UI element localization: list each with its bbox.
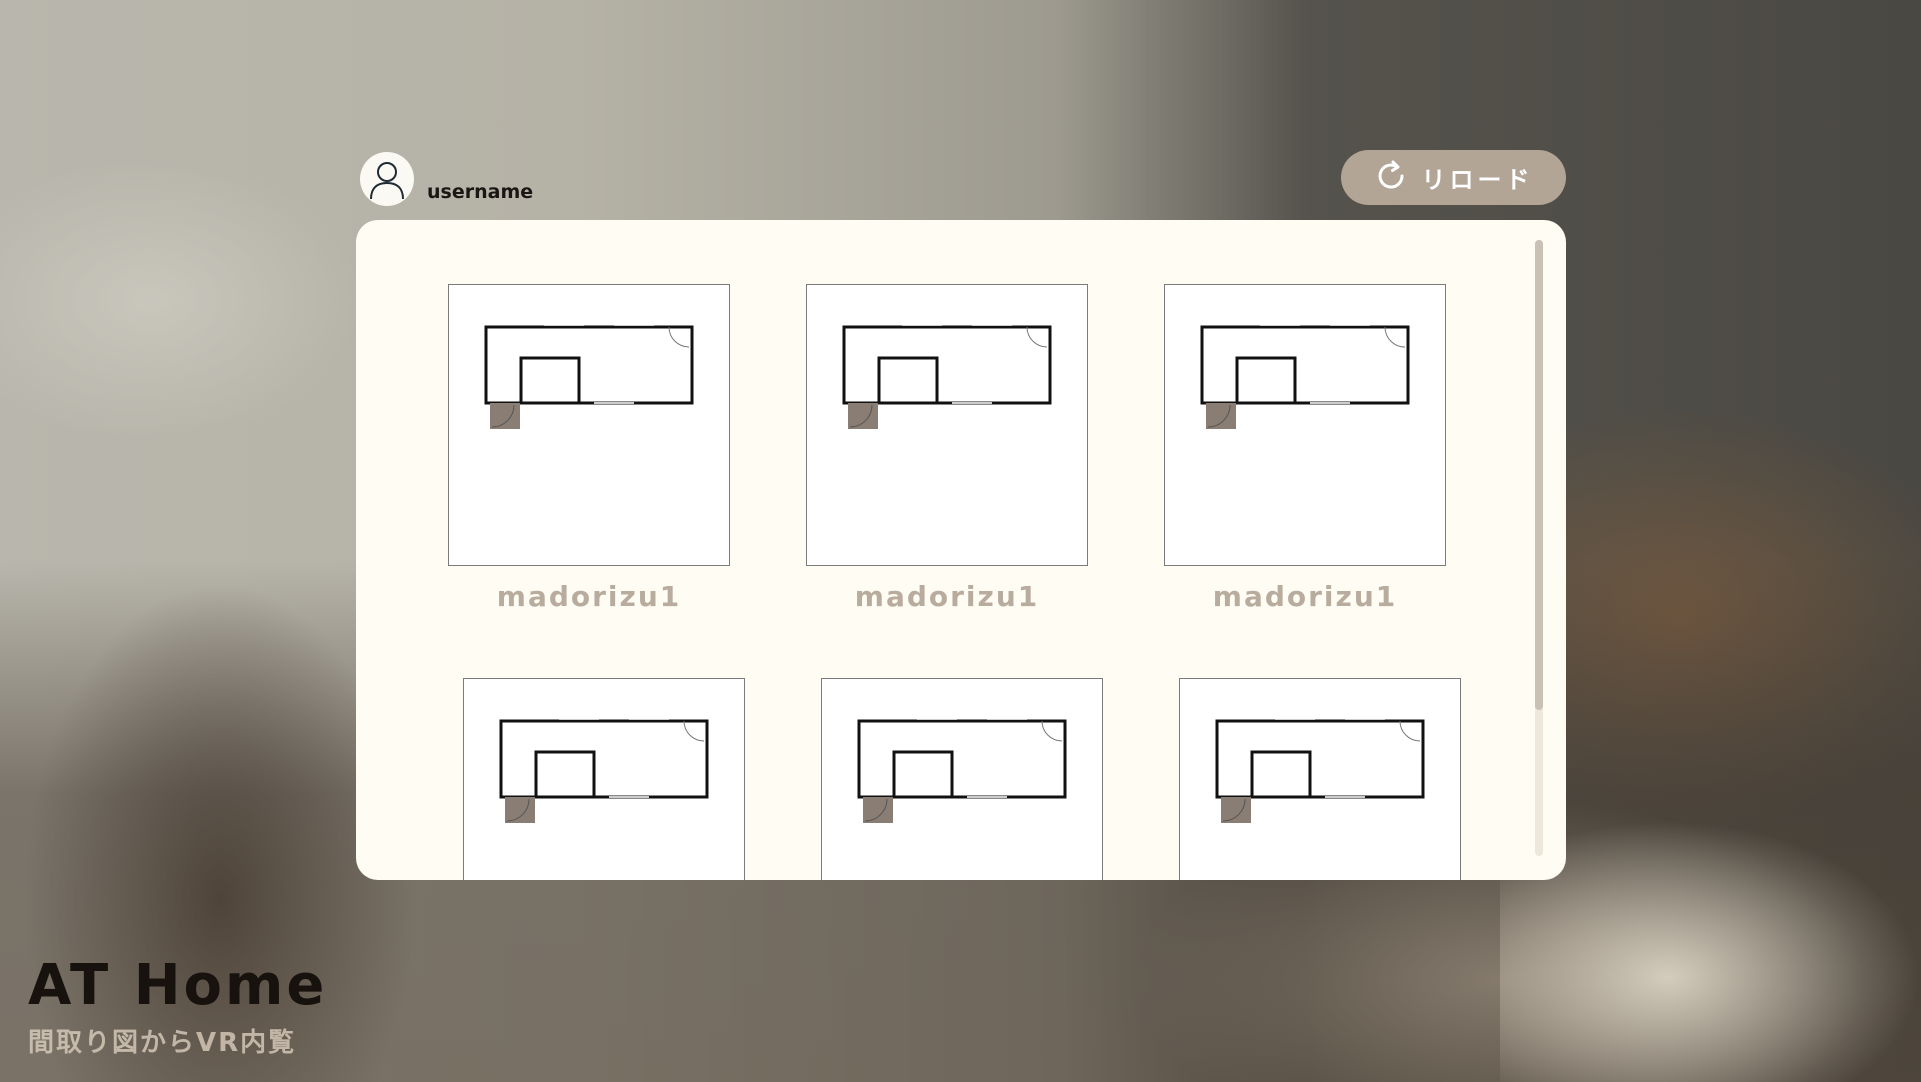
floorplan-card[interactable]: madorizu1 — [1179, 678, 1461, 880]
refresh-icon — [1374, 159, 1408, 197]
floorplan-drawing — [1200, 325, 1410, 429]
floorplan-name: madorizu1 — [1212, 580, 1398, 613]
floorplan-name: madorizu1 — [496, 580, 682, 613]
floorplan-name: madorizu1 — [854, 580, 1040, 613]
floorplan-drawing — [842, 325, 1052, 429]
floorplan-list-panel: madorizu1 madorizu1 madorizu1 — [356, 220, 1566, 880]
floorplan-thumbnail[interactable] — [1179, 678, 1461, 880]
reload-button[interactable]: リロード — [1341, 150, 1566, 205]
app-logo-title: AT Home — [28, 953, 328, 1018]
floorplan-thumbnail[interactable] — [821, 678, 1103, 880]
scrollbar-thumb[interactable] — [1535, 240, 1543, 710]
user-profile: username — [360, 150, 533, 206]
floorplan-thumbnail[interactable] — [463, 678, 745, 880]
username-label: username — [427, 181, 534, 203]
floorplan-card[interactable]: madorizu1 — [821, 678, 1103, 880]
reload-label: リロード — [1421, 166, 1534, 194]
floorplan-card[interactable]: madorizu1 — [806, 284, 1088, 613]
scrollbar[interactable] — [1535, 240, 1543, 856]
floorplan-card[interactable]: madorizu1 — [448, 284, 730, 613]
floorplan-drawing — [484, 325, 694, 429]
floorplan-drawing — [1215, 719, 1425, 823]
floorplan-thumbnail[interactable] — [806, 284, 1088, 566]
floorplan-drawing — [857, 719, 1067, 823]
app-tagline: 間取り図からVR内覧 — [28, 1028, 297, 1058]
floorplan-thumbnail[interactable] — [448, 284, 730, 566]
floorplan-thumbnail[interactable] — [1164, 284, 1446, 566]
floorplan-card[interactable]: madorizu1 — [1164, 284, 1446, 613]
floorplan-card[interactable]: madorizu1 — [463, 678, 745, 880]
user-avatar-icon — [360, 152, 414, 206]
brand-block: AT Home 間取り図からVR内覧 — [28, 958, 327, 1059]
floorplan-drawing — [499, 719, 709, 823]
